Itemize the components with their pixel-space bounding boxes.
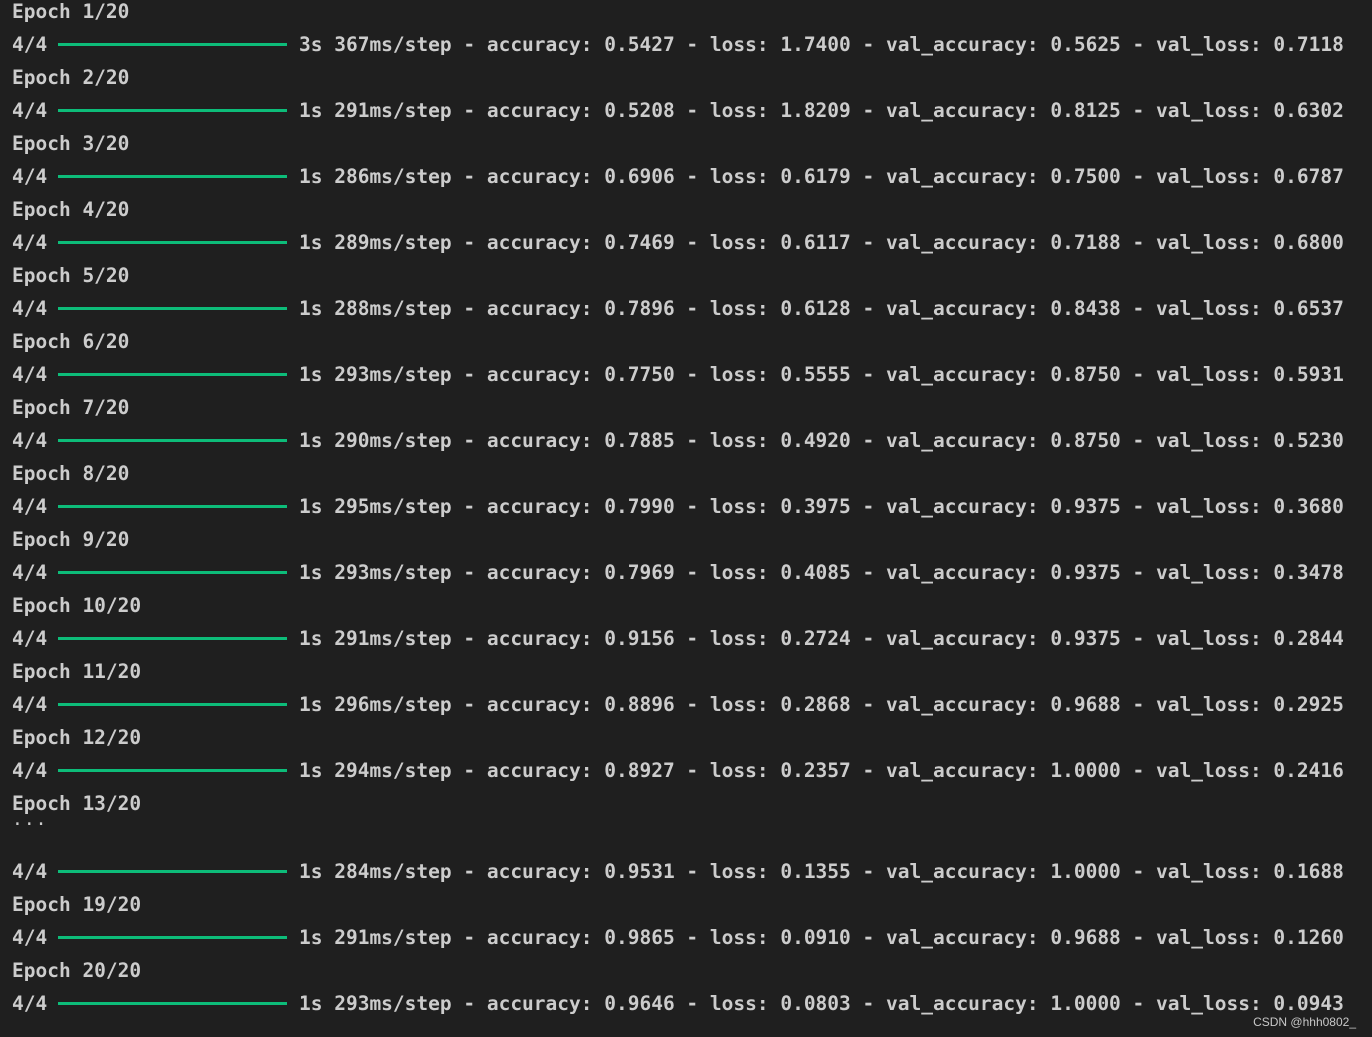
epoch-header: Epoch 8/20 <box>12 462 130 485</box>
training-stats: 1s 291ms/step - accuracy: 0.9865 - loss:… <box>299 926 1344 949</box>
ellipsis-omitted-output: ... <box>12 809 48 830</box>
training-stats: 1s 294ms/step - accuracy: 0.8927 - loss:… <box>299 759 1344 782</box>
progress-bar <box>58 241 287 244</box>
progress-bar <box>58 43 287 46</box>
epoch-header: Epoch 6/20 <box>12 330 130 353</box>
progress-line: 4/4 1s 293ms/step - accuracy: 0.7750 - lo… <box>12 360 1344 390</box>
training-stats: 1s 284ms/step - accuracy: 0.9531 - loss:… <box>299 860 1344 883</box>
progress-line: 4/4 3s 367ms/step - accuracy: 0.5427 - lo… <box>12 30 1344 60</box>
step-count: 4/4 <box>12 33 48 56</box>
epoch-header: Epoch 1/20 <box>12 0 130 23</box>
training-stats: 1s 295ms/step - accuracy: 0.7990 - loss:… <box>299 495 1344 518</box>
epoch-header: Epoch 4/20 <box>12 198 130 221</box>
watermark: CSDN @hhh0802_ <box>1253 1015 1356 1029</box>
step-count: 4/4 <box>12 429 48 452</box>
progress-bar <box>58 307 287 310</box>
progress-bar <box>58 439 287 442</box>
progress-bar <box>58 936 287 939</box>
training-stats: 1s 293ms/step - accuracy: 0.9646 - loss:… <box>299 992 1344 1015</box>
training-stats: 1s 291ms/step - accuracy: 0.9156 - loss:… <box>299 627 1344 650</box>
progress-line: 4/4 1s 289ms/step - accuracy: 0.7469 - lo… <box>12 228 1344 258</box>
epoch-header: Epoch 9/20 <box>12 528 130 551</box>
progress-line: 4/4 1s 294ms/step - accuracy: 0.8927 - lo… <box>12 756 1344 786</box>
progress-line: 4/4 1s 296ms/step - accuracy: 0.8896 - lo… <box>12 690 1344 720</box>
epoch-header: Epoch 20/20 <box>12 959 142 982</box>
epoch-header: Epoch 12/20 <box>12 726 142 749</box>
step-count: 4/4 <box>12 926 48 949</box>
training-stats: 1s 293ms/step - accuracy: 0.7969 - loss:… <box>299 561 1344 584</box>
step-count: 4/4 <box>12 231 48 254</box>
training-stats: 1s 286ms/step - accuracy: 0.6906 - loss:… <box>299 165 1344 188</box>
progress-line: 4/4 1s 284ms/step - accuracy: 0.9531 - lo… <box>12 857 1344 887</box>
progress-line: 4/4 1s 291ms/step - accuracy: 0.9156 - lo… <box>12 624 1344 654</box>
training-stats: 3s 367ms/step - accuracy: 0.5427 - loss:… <box>299 33 1344 56</box>
step-count: 4/4 <box>12 495 48 518</box>
progress-bar <box>58 769 287 772</box>
step-count: 4/4 <box>12 992 48 1015</box>
epoch-header: Epoch 5/20 <box>12 264 130 287</box>
epoch-header: Epoch 19/20 <box>12 893 142 916</box>
step-count: 4/4 <box>12 627 48 650</box>
progress-bar <box>58 373 287 376</box>
progress-line: 4/4 1s 291ms/step - accuracy: 0.9865 - lo… <box>12 923 1344 953</box>
progress-bar <box>58 109 287 112</box>
progress-line: 4/4 1s 295ms/step - accuracy: 0.7990 - lo… <box>12 492 1344 522</box>
step-count: 4/4 <box>12 860 48 883</box>
progress-bar <box>58 870 287 873</box>
training-stats: 1s 288ms/step - accuracy: 0.7896 - loss:… <box>299 297 1344 320</box>
step-count: 4/4 <box>12 561 48 584</box>
epoch-header: Epoch 7/20 <box>12 396 130 419</box>
epoch-header: Epoch 10/20 <box>12 594 142 617</box>
progress-bar <box>58 571 287 574</box>
training-stats: 1s 290ms/step - accuracy: 0.7885 - loss:… <box>299 429 1344 452</box>
progress-bar <box>58 637 287 640</box>
epoch-header: Epoch 2/20 <box>12 66 130 89</box>
progress-line: 4/4 1s 290ms/step - accuracy: 0.7885 - lo… <box>12 426 1344 456</box>
step-count: 4/4 <box>12 99 48 122</box>
step-count: 4/4 <box>12 363 48 386</box>
progress-bar <box>58 175 287 178</box>
training-stats: 1s 296ms/step - accuracy: 0.8896 - loss:… <box>299 693 1344 716</box>
progress-line: 4/4 1s 291ms/step - accuracy: 0.5208 - lo… <box>12 96 1344 126</box>
training-stats: 1s 289ms/step - accuracy: 0.7469 - loss:… <box>299 231 1344 254</box>
epoch-header: Epoch 11/20 <box>12 660 142 683</box>
step-count: 4/4 <box>12 297 48 320</box>
progress-bar <box>58 1002 287 1005</box>
progress-line: 4/4 1s 288ms/step - accuracy: 0.7896 - lo… <box>12 294 1344 324</box>
progress-bar <box>58 703 287 706</box>
step-count: 4/4 <box>12 693 48 716</box>
training-stats: 1s 291ms/step - accuracy: 0.5208 - loss:… <box>299 99 1344 122</box>
step-count: 4/4 <box>12 759 48 782</box>
step-count: 4/4 <box>12 165 48 188</box>
epoch-header: Epoch 3/20 <box>12 132 130 155</box>
progress-bar <box>58 505 287 508</box>
training-stats: 1s 293ms/step - accuracy: 0.7750 - loss:… <box>299 363 1344 386</box>
progress-line: 4/4 1s 286ms/step - accuracy: 0.6906 - lo… <box>12 162 1344 192</box>
progress-line: 4/4 1s 293ms/step - accuracy: 0.7969 - lo… <box>12 558 1344 588</box>
progress-line: 4/4 1s 293ms/step - accuracy: 0.9646 - lo… <box>12 989 1344 1019</box>
